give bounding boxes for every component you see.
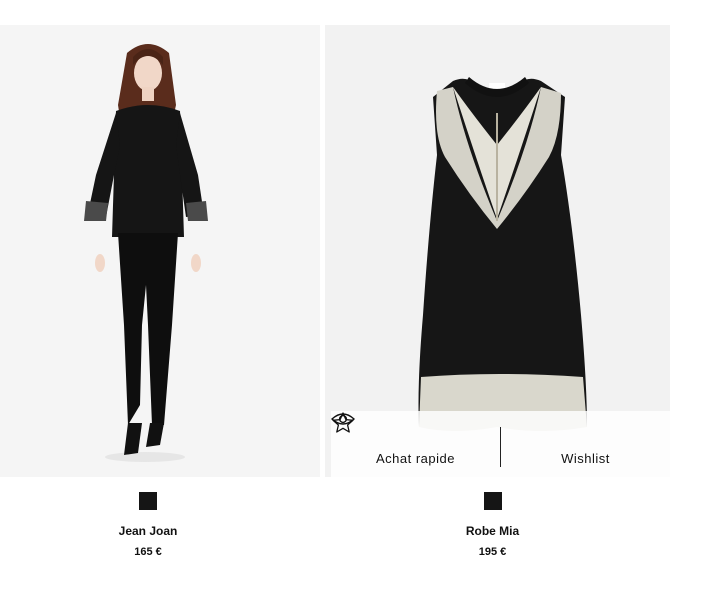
product-meta: Robe Mia 195 €: [315, 492, 670, 558]
quick-view-button[interactable]: Achat rapide: [331, 411, 500, 477]
product-card-robe-mia[interactable]: Achat rapide Wishlist Robe Mia 195 €: [325, 25, 670, 558]
quick-view-label: Achat rapide: [376, 450, 455, 466]
wishlist-label: Wishlist: [561, 450, 610, 466]
color-swatch[interactable]: [483, 492, 502, 510]
dress-photo: [418, 77, 587, 431]
model-photo: [84, 44, 208, 462]
product-name[interactable]: Jean Joan: [0, 524, 308, 538]
product-image[interactable]: Achat rapide Wishlist: [325, 25, 670, 477]
product-price: 165 €: [134, 546, 162, 558]
color-swatch[interactable]: [139, 492, 157, 510]
product-card-jean-joan[interactable]: Jean Joan 165 €: [0, 25, 320, 558]
product-name[interactable]: Robe Mia: [315, 524, 670, 538]
wishlist-button[interactable]: Wishlist: [332, 411, 670, 477]
hover-actions-bar: Achat rapide Wishlist: [331, 411, 670, 477]
product-image[interactable]: [0, 25, 320, 477]
product-grid: Jean Joan 165 € Achat rapide Wishlist Ro…: [0, 0, 716, 591]
product-meta: Jean Joan 165 €: [0, 492, 308, 558]
product-price: 195 €: [478, 546, 507, 558]
